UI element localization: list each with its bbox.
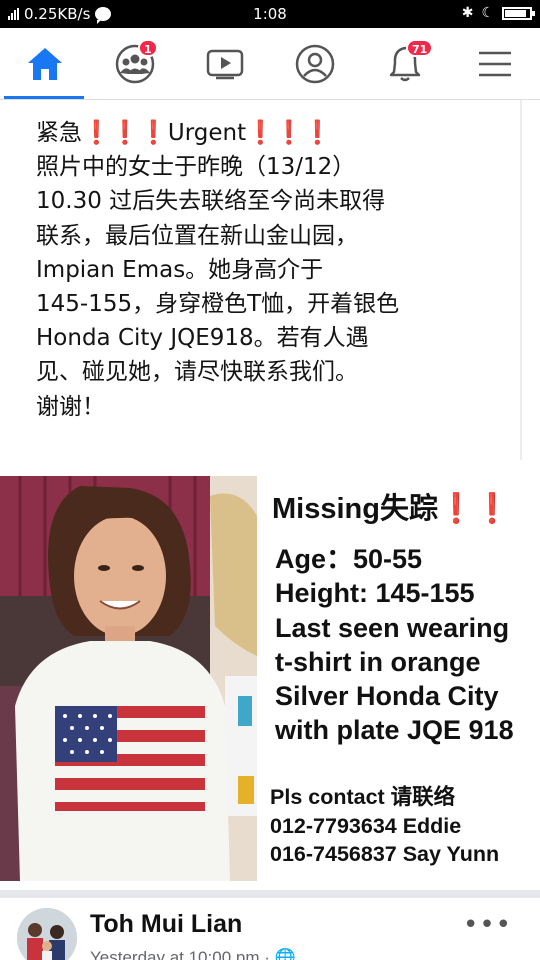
post-timestamp: Yesterday at 10:00 pm · 🌐 [90,948,296,960]
post-line: Honda City JQE918。若有人遇 [36,325,369,352]
clock: 1:08 [253,5,287,23]
urgent-en: Urgent [167,120,247,146]
post-line: 见、碰见她，请尽快联系我们。 [36,359,358,386]
tab-menu[interactable] [450,28,540,100]
tab-watch[interactable] [180,28,270,100]
scrollbar[interactable] [520,100,522,460]
battery-icon [502,6,535,20]
status-right: ✱ ☾ [461,5,535,21]
active-tab-indicator [4,96,84,99]
post-line: 照片中的女士于昨晚（13/12） [36,154,356,181]
profile-icon [295,44,335,84]
poster-detail-line: Silver Honda City [275,681,499,712]
tab-home[interactable] [0,28,90,100]
author-name[interactable]: Toh Mui Lian [90,910,242,939]
poster-age: Age：50-55 [275,544,423,574]
missing-person-photo [0,476,257,881]
urgent-cn: 紧急 [36,120,82,146]
poster-contact: Pls contact 请联络 012-7793634 Eddie 016-74… [270,783,499,869]
post-header: Toh Mui Lian Yesterday at 10:00 pm · 🌐 •… [0,898,540,960]
friends-badge: 1 [138,39,158,57]
post-line: 145-155，身穿橙色T恤，开着银色 [36,291,400,318]
video-icon [206,49,244,80]
home-icon [28,48,62,80]
poster-detail-line: Last seen wearing [275,612,510,643]
exclamation-marks: ❗❗❗ [246,120,333,146]
post-line: Impian Emas。她身高介于 [36,256,324,283]
poster-title: Missing失踪❗❗ [272,485,510,527]
battery-level [505,9,526,17]
avatar[interactable] [17,908,77,960]
poster-height: Height: 145-155 [275,578,475,609]
more-options-icon[interactable]: ••• [463,910,512,940]
exclamation-marks: ❗❗ [437,493,511,525]
poster-detail-line: t-shirt in orange [275,646,481,677]
post-line: 紧急❗❗❗Urgent❗❗❗ [36,116,516,150]
hamburger-icon [479,51,511,77]
post-line: 10.30 过后失去联络至今尚未取得 [36,188,386,215]
poster-details: Age：50-55 Height: 145-155 Last seen wear… [275,542,514,748]
post-line: 联系，最后位置在新山金山园， [36,222,358,249]
poster-title-text: Missing失踪 [272,493,438,525]
contact-heading: Pls contact 请联络 [270,785,456,809]
section-divider [0,890,540,898]
post-text: 紧急❗❗❗Urgent❗❗❗ 照片中的女士于昨晚（13/12） 10.30 过后… [36,116,516,424]
contact-line: 012-7793634 Eddie [270,813,462,838]
poster-detail-line: with plate JQE 918 [275,715,514,746]
post-line: 谢谢！ [36,393,105,420]
moon-icon: ☾ [481,5,494,21]
notifications-badge: 71 [406,39,434,57]
top-nav: 1 71 [0,28,540,100]
tab-profile[interactable] [270,28,360,100]
tab-notifications[interactable]: 71 [360,28,450,100]
exclamation-marks: ❗❗❗ [82,120,168,146]
bluetooth-icon: ✱ [461,5,474,21]
tab-friends[interactable]: 1 [90,28,180,100]
status-bar: 0.25KB/s 1:08 ✱ ☾ [0,0,540,28]
contact-line: 016-7456837 Say Yunn [270,842,500,866]
